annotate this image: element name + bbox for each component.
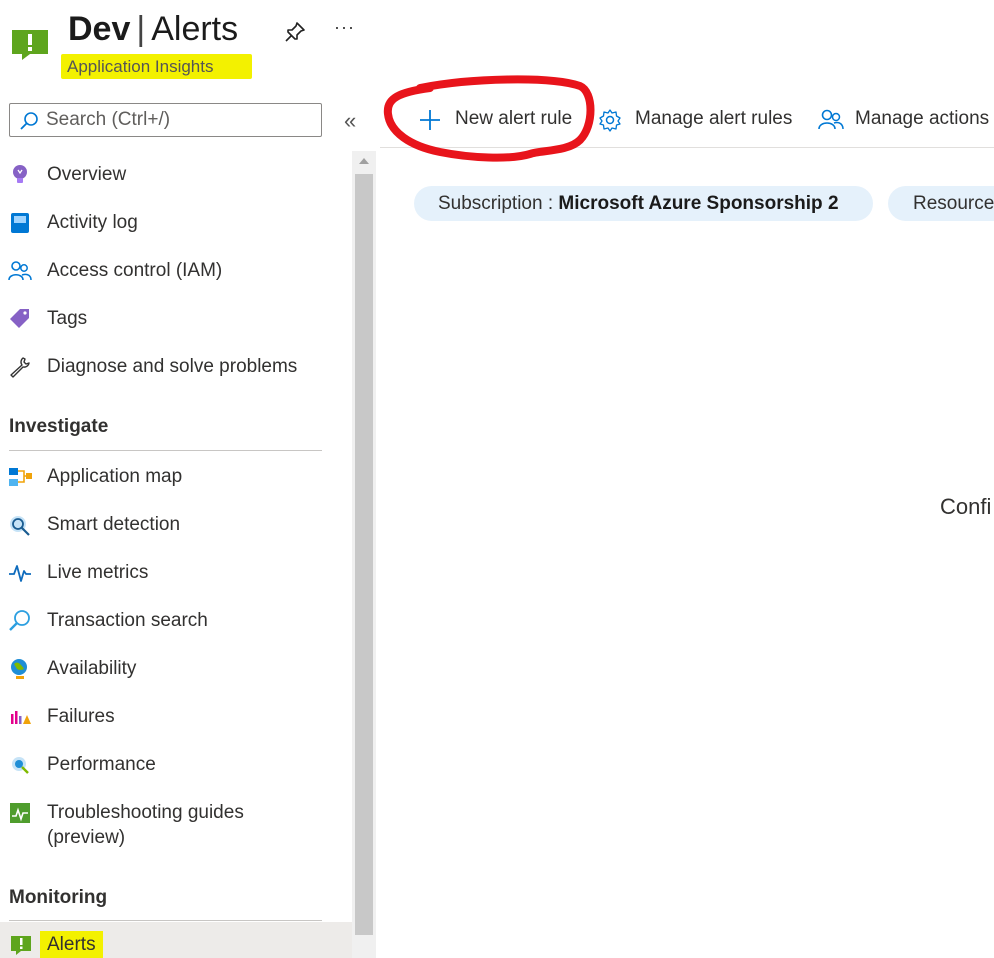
- lightbulb-icon: [13, 165, 27, 183]
- failures-icon: [11, 711, 31, 724]
- subscription-filter-pill[interactable]: Subscription : Microsoft Azure Sponsorsh…: [414, 186, 873, 221]
- sidebar-item-activity-log[interactable]: Activity log: [0, 202, 352, 242]
- pin-icon[interactable]: [284, 21, 306, 43]
- guide-icon: [10, 803, 30, 823]
- wrench-icon: [10, 357, 30, 378]
- sidebar-item-label: Failures: [47, 706, 115, 727]
- smart-detection-icon: [10, 516, 30, 536]
- page-subtitle: Application Insights: [67, 57, 214, 76]
- sidebar-item-label: Live metrics: [47, 562, 149, 583]
- people-icon: [818, 109, 844, 130]
- app-insights-alert-icon: [12, 30, 48, 60]
- gear-icon: [599, 109, 621, 132]
- sidebar-item-smart-detection[interactable]: Smart detection: [0, 504, 352, 544]
- sidebar-item-overview[interactable]: Overview: [0, 154, 352, 194]
- subscription-filter-label: Subscription :: [438, 193, 554, 214]
- app-map-icon: [9, 468, 32, 486]
- title-separator: |: [136, 10, 146, 48]
- main-partial-text: Confi: [940, 494, 992, 519]
- section-heading-investigate: Investigate: [9, 416, 109, 437]
- sidebar-item-label: Alerts: [47, 934, 96, 955]
- pulse-icon: [9, 565, 31, 582]
- search-placeholder: Search (Ctrl+/): [46, 109, 171, 130]
- performance-icon: [12, 757, 29, 774]
- collapse-sidebar-icon[interactable]: «: [344, 108, 356, 134]
- sidebar-item-failures[interactable]: Failures: [0, 696, 352, 736]
- search-icon: [20, 112, 38, 130]
- sidebar-item-performance[interactable]: Performance: [0, 744, 352, 784]
- more-options-icon[interactable]: ···: [334, 17, 355, 38]
- sidebar-item-label: Availability: [47, 658, 137, 679]
- resource-filter-label: Resource: [913, 193, 994, 214]
- resource-filter-pill[interactable]: Resource: [888, 186, 994, 221]
- search-icon: [9, 610, 30, 631]
- sidebar-item-label: Application map: [47, 466, 183, 487]
- sidebar-item-application-map[interactable]: Application map: [0, 456, 352, 496]
- sidebar-item-label: Performance: [47, 754, 156, 775]
- section-divider: [9, 450, 322, 451]
- sidebar-item-diagnose[interactable]: Diagnose and solve problems: [0, 346, 352, 386]
- page-title: Dev | Alerts: [68, 10, 238, 49]
- red-annotation-circle: [383, 75, 595, 162]
- page-title-blade: Alerts: [151, 10, 239, 48]
- sidebar-item-availability[interactable]: Availability: [0, 648, 352, 688]
- sidebar-item-label: Transaction search: [47, 610, 208, 631]
- sidebar-item-label: Smart detection: [47, 514, 181, 535]
- sidebar-item-live-metrics[interactable]: Live metrics: [0, 552, 352, 592]
- sidebar-item-label: Diagnose and solve problems: [47, 356, 298, 377]
- section-heading-monitoring: Monitoring: [9, 887, 108, 908]
- sidebar-item-access-control[interactable]: Access control (IAM): [0, 250, 352, 290]
- sidebar-item-transaction-search[interactable]: Transaction search: [0, 600, 352, 640]
- globe-icon: [11, 659, 27, 679]
- section-divider: [9, 920, 322, 921]
- activity-log-icon: [11, 213, 29, 233]
- sidebar-item-label: Troubleshooting guides: [47, 802, 244, 823]
- sidebar-item-label-suffix: (preview): [47, 827, 126, 848]
- sidebar-item-label: Activity log: [47, 212, 138, 233]
- page-title-resource: Dev: [68, 10, 131, 48]
- sidebar-item-label: Overview: [47, 164, 127, 185]
- manage-alert-rules-label: Manage alert rules: [635, 108, 793, 129]
- tag-icon: [10, 309, 29, 328]
- alert-icon: [11, 936, 31, 955]
- subscription-filter-value: Microsoft Azure Sponsorship 2: [558, 193, 839, 214]
- sidebar-item-label: Tags: [47, 308, 88, 329]
- scrollbar-thumb[interactable]: [355, 174, 373, 935]
- sidebar-item-tags[interactable]: Tags: [0, 298, 352, 338]
- sidebar-item-label: Access control (IAM): [47, 260, 223, 281]
- scroll-up-arrow-icon[interactable]: [356, 152, 372, 170]
- people-icon: [8, 261, 32, 281]
- sidebar-item-troubleshooting-guides[interactable]: Troubleshooting guides (preview): [0, 792, 352, 854]
- manage-actions-label: Manage actions: [855, 108, 990, 129]
